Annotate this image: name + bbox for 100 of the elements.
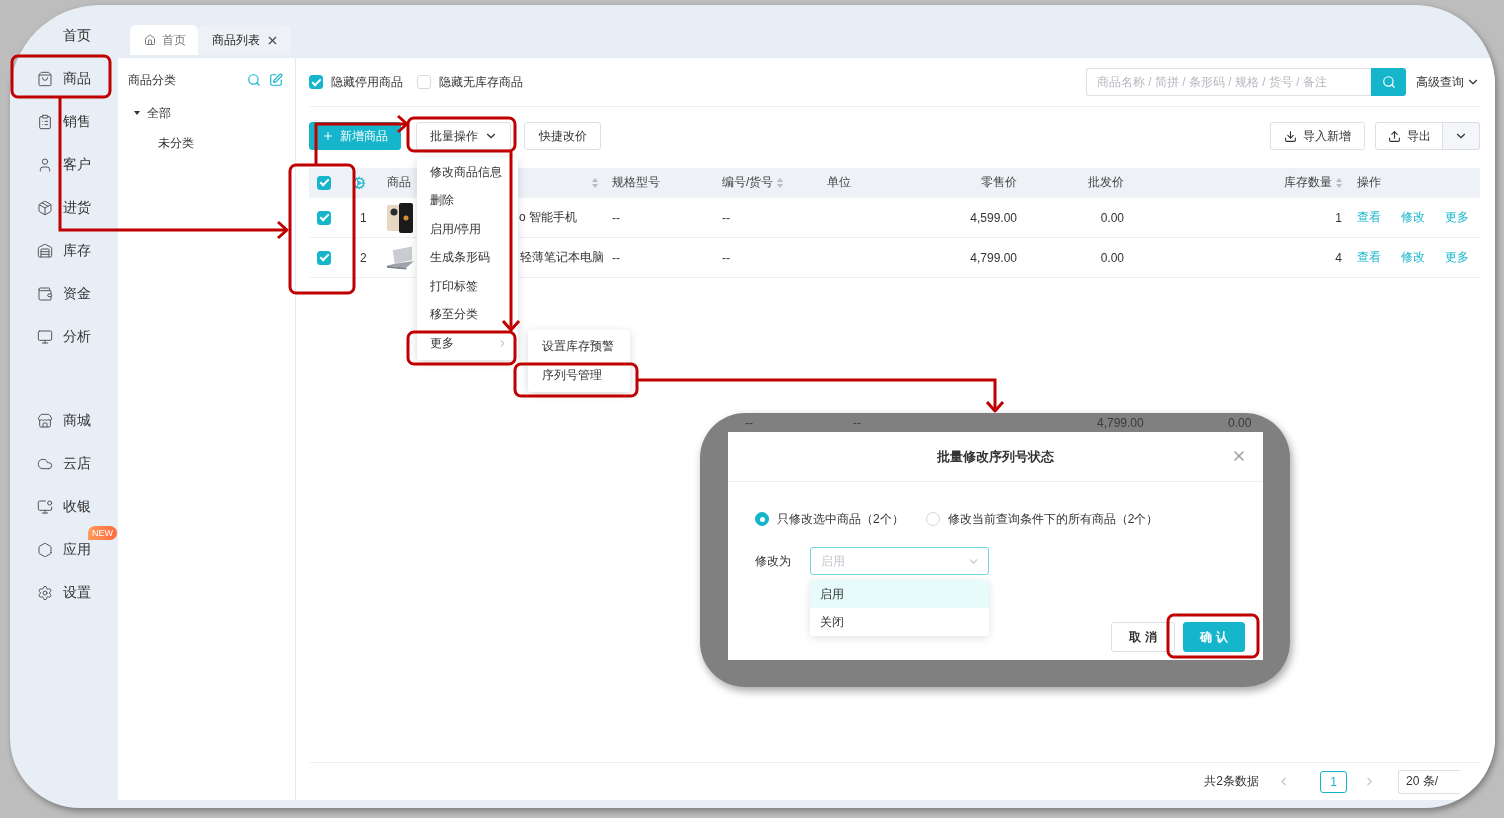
table-cell: 0.00 bbox=[1100, 210, 1124, 225]
table-cell: 4,599.00 bbox=[970, 210, 1017, 225]
table-cell: -- bbox=[612, 250, 620, 265]
table-cell: 4,799.00 bbox=[970, 250, 1017, 265]
row-number: 2 bbox=[360, 250, 367, 265]
sort-icon[interactable] bbox=[1336, 177, 1342, 188]
table-cell: 4 bbox=[1335, 250, 1342, 265]
sort-icon[interactable] bbox=[777, 177, 784, 188]
sidebar-item[interactable]: 商品 bbox=[10, 57, 118, 100]
plus-icon bbox=[322, 130, 334, 142]
menu-item[interactable]: 生成条形码 bbox=[417, 243, 518, 272]
filter-label: 隐藏无库存商品 bbox=[439, 73, 523, 91]
search-button[interactable] bbox=[1371, 68, 1406, 96]
menu-item[interactable]: 更多 bbox=[417, 329, 518, 358]
sidebar-item[interactable]: 设置 bbox=[10, 571, 118, 614]
price-button[interactable]: 快捷改价 bbox=[524, 122, 601, 150]
checkbox[interactable] bbox=[317, 250, 331, 265]
sidebar-item[interactable]: 分析 bbox=[10, 315, 118, 358]
menu-item[interactable]: 移至分类 bbox=[417, 300, 518, 329]
panel-title: 商品分类 bbox=[128, 71, 177, 89]
menu-item[interactable]: 启用/停用 bbox=[417, 215, 518, 244]
new-badge: NEW bbox=[88, 526, 117, 540]
sidebar-item[interactable]: 库存 bbox=[10, 229, 118, 272]
column-header: 操作 bbox=[1356, 174, 1382, 191]
dropdown-option[interactable]: 启用 bbox=[810, 580, 989, 608]
sidebar-item[interactable]: 进货 bbox=[10, 186, 118, 229]
column-header: 规格型号 bbox=[611, 174, 661, 191]
tree-item[interactable]: 未分类 bbox=[128, 128, 283, 158]
sidebar-item[interactable]: 资金 bbox=[10, 272, 118, 315]
sidebar-item[interactable]: 首页 bbox=[10, 14, 118, 57]
sidebar-item[interactable]: 云店 bbox=[10, 442, 118, 485]
menu-item[interactable]: 序列号管理 bbox=[528, 361, 630, 390]
export-button[interactable]: 导出 bbox=[1375, 122, 1443, 150]
sidebar-item[interactable]: 收银 bbox=[10, 485, 118, 528]
column-header: 单位 bbox=[826, 174, 852, 191]
warehouse-icon bbox=[37, 242, 53, 259]
menu-item[interactable]: 设置库存预警 bbox=[528, 332, 630, 361]
table-cell: -- bbox=[722, 210, 730, 225]
hexagon-icon bbox=[37, 541, 53, 558]
caret-icon[interactable] bbox=[133, 109, 143, 117]
radio-label: 只修改选中商品（2个） bbox=[777, 510, 904, 528]
filter-label: 隐藏停用商品 bbox=[331, 73, 403, 91]
edit-icon[interactable] bbox=[269, 73, 283, 87]
tab[interactable]: 首页 bbox=[130, 25, 198, 55]
checkbox[interactable] bbox=[417, 75, 431, 89]
tab[interactable]: 商品列表 bbox=[198, 25, 291, 55]
table-cell: -- bbox=[612, 210, 620, 225]
store-icon bbox=[37, 412, 53, 429]
user-icon bbox=[37, 156, 53, 173]
sort-icon[interactable] bbox=[592, 177, 598, 188]
menu-item[interactable]: 修改商品信息 bbox=[417, 158, 518, 187]
cancel-button[interactable]: 取 消 bbox=[1111, 622, 1175, 652]
radio-button[interactable] bbox=[925, 512, 940, 526]
import-button[interactable]: 导入新增 bbox=[1270, 122, 1365, 150]
row-number: 1 bbox=[360, 210, 367, 225]
caret-button[interactable] bbox=[1443, 122, 1480, 150]
column-header: 零售价 bbox=[980, 174, 1018, 191]
tree-item[interactable]: 全部 bbox=[128, 98, 283, 128]
advanced-search-button[interactable]: 高级查询 bbox=[1416, 73, 1480, 91]
search-icon bbox=[1381, 75, 1396, 89]
menu-item[interactable]: 打印标签 bbox=[417, 272, 518, 301]
dropdown-option[interactable]: 关闭 bbox=[810, 608, 989, 636]
table-cell-text: 0.00 bbox=[1228, 415, 1253, 430]
settings-icon bbox=[37, 584, 53, 601]
clipboard-icon bbox=[37, 113, 53, 130]
checkbox[interactable] bbox=[309, 75, 323, 89]
table-cell: -- bbox=[722, 250, 730, 265]
batch-button[interactable]: 批量操作 bbox=[416, 122, 511, 150]
field-label: 修改为 bbox=[755, 552, 792, 570]
bag-icon bbox=[37, 70, 53, 87]
upload-icon bbox=[1387, 129, 1401, 143]
sidebar-item[interactable]: 销售 bbox=[10, 100, 118, 143]
table-cell-text: -- bbox=[745, 415, 754, 430]
column-header[interactable]: 库存数量 bbox=[1131, 174, 1349, 191]
sidebar-item[interactable]: 应用 NEW bbox=[10, 528, 118, 571]
table-cell: 轻薄笔记本电脑 bbox=[520, 249, 604, 266]
table-cell: 1 bbox=[1335, 210, 1342, 225]
table-cell: o 智能手机 bbox=[519, 209, 577, 226]
table-cell: 0.00 bbox=[1100, 250, 1124, 265]
monitor-icon bbox=[37, 498, 53, 515]
monitor-icon bbox=[37, 328, 53, 345]
search-icon[interactable] bbox=[247, 73, 261, 87]
sidebar-item[interactable]: 商城 bbox=[10, 399, 118, 442]
radio-label: 修改当前查询条件下的所有商品（2个） bbox=[947, 510, 1159, 528]
search-field[interactable]: 商品名称 / 简拼 / 条形码 / 规格 / 货号 / 备注 bbox=[1086, 68, 1371, 96]
checkbox[interactable] bbox=[317, 210, 331, 225]
dialog-title: 批量修改序列号状态 bbox=[937, 447, 1054, 466]
wallet-icon bbox=[37, 285, 53, 302]
table-cell-text: -- bbox=[853, 415, 862, 430]
column-header: 批发价 bbox=[1087, 174, 1125, 191]
checkbox[interactable] bbox=[317, 175, 331, 190]
box-icon bbox=[37, 199, 53, 216]
table-cell-text: 4,799.00 bbox=[1097, 415, 1145, 430]
column-header[interactable]: 编号/货号 bbox=[714, 174, 819, 191]
total-count: 共2条数据 bbox=[1204, 773, 1259, 790]
page-size-select[interactable]: 20 条/ bbox=[1398, 769, 1460, 794]
menu-item[interactable]: 删除 bbox=[417, 186, 518, 215]
download-icon bbox=[1284, 129, 1297, 143]
radio-button[interactable] bbox=[755, 512, 769, 526]
sidebar-item[interactable]: 客户 bbox=[10, 143, 118, 186]
